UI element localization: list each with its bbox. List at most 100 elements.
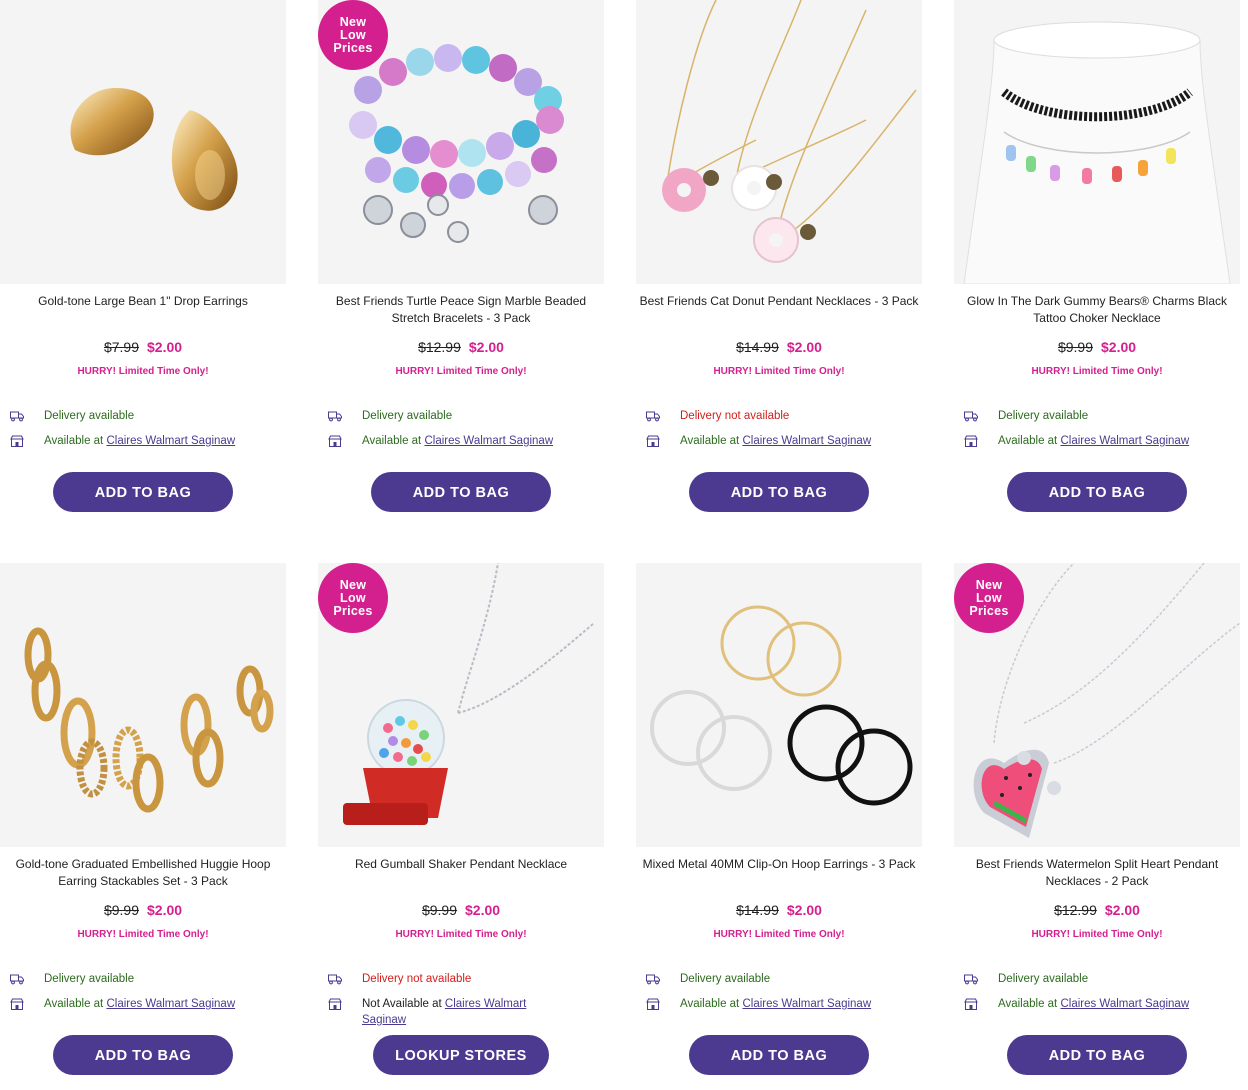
original-price: $14.99 xyxy=(736,339,779,355)
product-image[interactable] xyxy=(636,0,922,284)
add-to-bag-button[interactable]: ADD TO BAG xyxy=(1007,1035,1187,1075)
product-title[interactable]: Best Friends Cat Donut Pendant Necklaces… xyxy=(636,293,922,310)
delivery-status: Delivery available xyxy=(998,973,1089,985)
delivery-truck-icon xyxy=(646,411,660,422)
store-icon xyxy=(328,998,342,1010)
product-image[interactable] xyxy=(0,563,286,847)
new-low-prices-badge: New Low Prices xyxy=(318,563,388,633)
original-price: $12.99 xyxy=(1054,902,1097,918)
delivery-truck-icon xyxy=(964,411,978,422)
product-image[interactable]: New Low Prices xyxy=(318,563,604,847)
delivery-truck-icon xyxy=(10,974,24,985)
pickup-info: Available at Claires Walmart Saginaw xyxy=(998,433,1234,449)
price-block: $12.99 $2.00 xyxy=(318,339,604,355)
add-to-bag-button[interactable]: ADD TO BAG xyxy=(53,472,233,512)
pickup-info: Available at Claires Walmart Saginaw xyxy=(680,996,916,1012)
store-link[interactable]: Claires Walmart Saginaw xyxy=(106,998,235,1010)
pickup-info: Available at Claires Walmart Saginaw xyxy=(44,433,280,449)
pickup-info: Not Available at Claires Walmart Saginaw xyxy=(362,996,562,1028)
pickup-status: Available at xyxy=(44,435,104,447)
pickup-status: Available at xyxy=(680,998,740,1010)
delivery-truck-icon xyxy=(328,411,342,422)
sale-price: $2.00 xyxy=(468,339,504,355)
pickup-status: Available at xyxy=(680,435,740,447)
delivery-truck-icon xyxy=(646,974,660,985)
pickup-info: Available at Claires Walmart Saginaw xyxy=(680,433,916,449)
sale-price: $2.00 xyxy=(465,902,501,918)
promo-text: HURRY! Limited Time Only! xyxy=(1031,366,1163,377)
store-icon xyxy=(646,435,660,447)
product-card: Mixed Metal 40MM Clip-On Hoop Earrings -… xyxy=(636,563,922,1090)
pickup-status: Available at xyxy=(998,998,1058,1010)
add-to-bag-button[interactable]: ADD TO BAG xyxy=(689,1035,869,1075)
store-icon xyxy=(964,998,978,1010)
delivery-status: Delivery not available xyxy=(680,410,790,422)
price-block: $14.99 $2.00 xyxy=(636,902,922,918)
store-link[interactable]: Claires Walmart Saginaw xyxy=(742,998,871,1010)
original-price: $12.99 xyxy=(418,339,461,355)
product-card: Gold-tone Graduated Embellished Huggie H… xyxy=(0,563,286,1090)
add-to-bag-button[interactable]: ADD TO BAG xyxy=(1007,472,1187,512)
delivery-status: Delivery available xyxy=(998,410,1089,422)
store-icon xyxy=(328,435,342,447)
promo-text: HURRY! Limited Time Only! xyxy=(713,366,845,377)
product-image[interactable]: New Low Prices xyxy=(954,563,1240,847)
product-card: New Low Prices Best Friends Watermelon S… xyxy=(954,563,1240,1090)
lookup-stores-button[interactable]: LOOKUP STORES xyxy=(373,1035,549,1075)
store-link[interactable]: Claires Walmart Saginaw xyxy=(424,435,553,447)
delivery-status: Delivery available xyxy=(362,410,453,422)
product-card: New Low Prices Best Friends Turtle Peace… xyxy=(318,0,604,540)
original-price: $9.99 xyxy=(1057,339,1093,355)
delivery-truck-icon xyxy=(328,974,342,985)
promo-text: HURRY! Limited Time Only! xyxy=(77,929,209,940)
product-card: Gold-tone Large Bean 1" Drop Earrings $7… xyxy=(0,0,286,540)
product-title[interactable]: Red Gumball Shaker Pendant Necklace xyxy=(318,856,604,873)
product-title[interactable]: Gold-tone Large Bean 1" Drop Earrings xyxy=(0,293,286,310)
store-icon xyxy=(964,435,978,447)
store-link[interactable]: Claires Walmart Saginaw xyxy=(106,435,235,447)
store-icon xyxy=(10,435,24,447)
sale-price: $2.00 xyxy=(786,339,822,355)
promo-text: HURRY! Limited Time Only! xyxy=(395,929,527,940)
new-low-prices-badge: New Low Prices xyxy=(954,563,1024,633)
product-image[interactable] xyxy=(636,563,922,847)
add-to-bag-button[interactable]: ADD TO BAG xyxy=(53,1035,233,1075)
product-title[interactable]: Gold-tone Graduated Embellished Huggie H… xyxy=(0,856,286,890)
bead-strand xyxy=(349,44,564,199)
original-price: $7.99 xyxy=(103,339,139,355)
store-link[interactable]: Claires Walmart Saginaw xyxy=(1060,435,1189,447)
product-title[interactable]: Best Friends Turtle Peace Sign Marble Be… xyxy=(318,293,604,327)
product-image[interactable] xyxy=(954,0,1240,284)
original-price: $9.99 xyxy=(421,902,457,918)
store-icon xyxy=(646,998,660,1010)
add-to-bag-button[interactable]: ADD TO BAG xyxy=(689,472,869,512)
product-card: Best Friends Cat Donut Pendant Necklaces… xyxy=(636,0,922,540)
sale-price: $2.00 xyxy=(147,902,183,918)
pickup-info: Available at Claires Walmart Saginaw xyxy=(44,996,280,1012)
price-block: $7.99 $2.00 xyxy=(0,339,286,355)
promo-text: HURRY! Limited Time Only! xyxy=(77,366,209,377)
delivery-status: Delivery available xyxy=(44,973,135,985)
delivery-status: Delivery not available xyxy=(362,973,472,985)
product-title[interactable]: Best Friends Watermelon Split Heart Pend… xyxy=(954,856,1240,890)
sale-price: $2.00 xyxy=(147,339,183,355)
sale-price: $2.00 xyxy=(1104,902,1140,918)
store-link[interactable]: Claires Walmart Saginaw xyxy=(742,435,871,447)
delivery-status: Delivery available xyxy=(680,973,771,985)
promo-text: HURRY! Limited Time Only! xyxy=(1031,929,1163,940)
product-title[interactable]: Mixed Metal 40MM Clip-On Hoop Earrings -… xyxy=(636,856,922,873)
add-to-bag-button[interactable]: ADD TO BAG xyxy=(371,472,551,512)
delivery-status: Delivery available xyxy=(44,410,135,422)
product-title[interactable]: Glow In The Dark Gummy Bears® Charms Bla… xyxy=(954,293,1240,327)
product-image[interactable]: New Low Prices xyxy=(318,0,604,284)
promo-text: HURRY! Limited Time Only! xyxy=(395,366,527,377)
new-low-prices-badge: New Low Prices xyxy=(318,0,388,70)
price-block: $14.99 $2.00 xyxy=(636,339,922,355)
product-image[interactable] xyxy=(0,0,286,284)
pickup-info: Available at Claires Walmart Saginaw xyxy=(362,433,598,449)
store-link[interactable]: Claires Walmart Saginaw xyxy=(1060,998,1189,1010)
pickup-status: Not Available at xyxy=(362,998,442,1010)
pickup-status: Available at xyxy=(44,998,104,1010)
product-card: New Low Prices Red Gumball Shaker Pendan… xyxy=(318,563,604,1090)
delivery-truck-icon xyxy=(10,411,24,422)
